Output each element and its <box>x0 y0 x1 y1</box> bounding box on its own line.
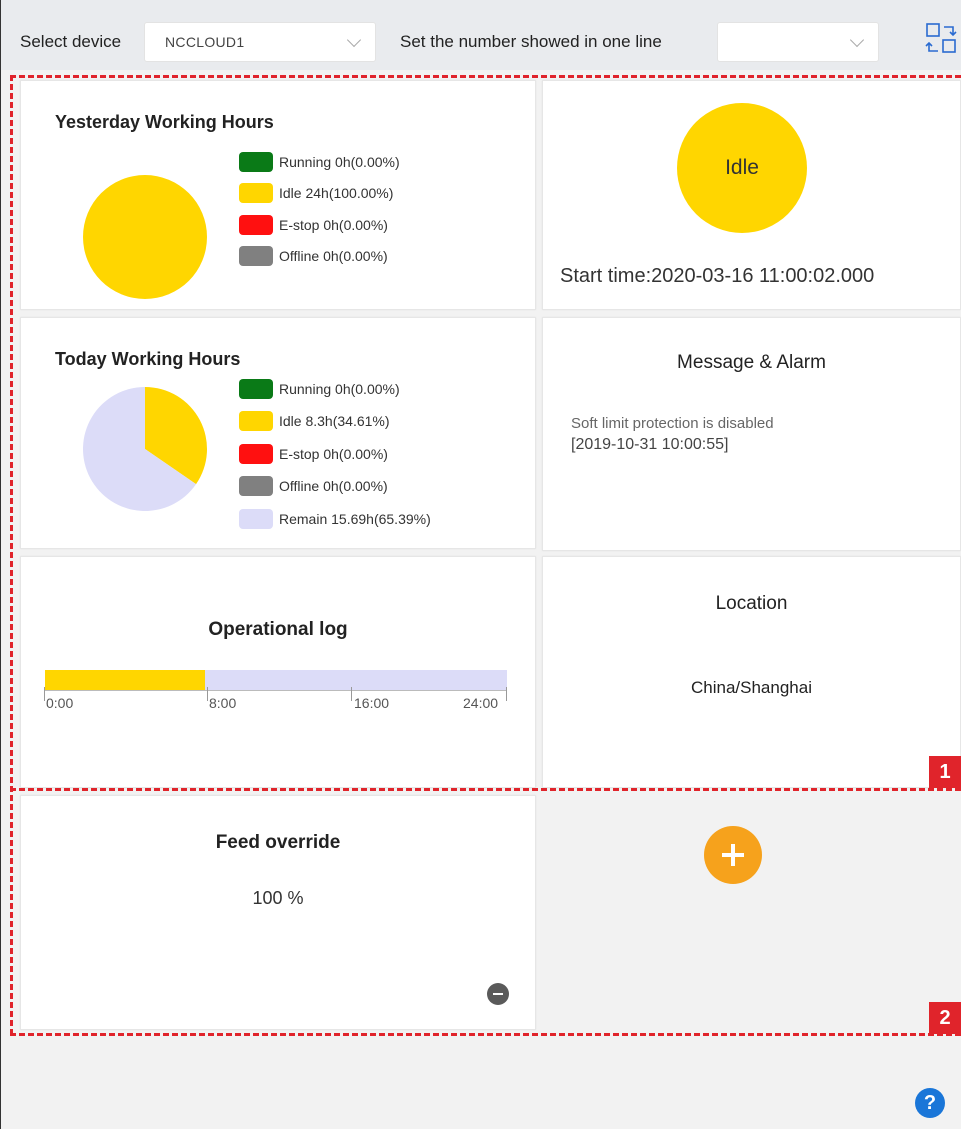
timeline-segment-idle <box>45 670 205 690</box>
status-card: Idle Start time:2020-03-16 11:00:02.000 <box>542 80 961 310</box>
legend-label: Running 0h(0.00%) <box>279 154 400 170</box>
legend-label: E-stop 0h(0.00%) <box>279 446 388 462</box>
region-1-top-border <box>10 75 961 78</box>
legend-label: Remain 15.69h(65.39%) <box>279 511 431 527</box>
feed-value: 100 % <box>252 888 304 908</box>
card-title: Yesterday Working Hours <box>55 112 274 132</box>
chevron-down-icon <box>346 32 362 48</box>
alarm-timestamp: [2019-10-31 10:00:55] <box>571 436 729 453</box>
tick-mark <box>44 687 45 701</box>
legend-remain: Remain 15.69h(65.39%) <box>239 508 431 530</box>
legend-swatch <box>239 183 273 203</box>
tick-mark <box>351 687 352 701</box>
card-title: Message & Alarm <box>677 352 826 373</box>
today-hours-card: Today Working Hours Running 0h(0.00%) Id… <box>20 317 536 549</box>
left-border <box>0 70 1 1129</box>
help-button[interactable]: ? <box>915 1088 945 1118</box>
region-2-marker: 2 <box>929 1002 961 1034</box>
legend-offline: Offline 0h(0.00%) <box>239 245 388 267</box>
legend-label: E-stop 0h(0.00%) <box>279 217 388 233</box>
status-indicator: Idle <box>677 103 807 233</box>
yesterday-pie-chart <box>83 175 207 299</box>
layout-switch-icon[interactable] <box>925 22 959 56</box>
legend-swatch <box>239 246 273 266</box>
question-icon: ? <box>923 1091 937 1114</box>
plus-icon <box>722 844 744 866</box>
today-legend: Running 0h(0.00%) Idle 8.3h(34.61%) E-st… <box>239 378 499 538</box>
yesterday-legend: Running 0h(0.00%) Idle 24h(100.00%) E-st… <box>239 151 479 281</box>
tick-mark <box>207 687 208 701</box>
legend-label: Idle 8.3h(34.61%) <box>279 413 390 429</box>
legend-swatch <box>239 509 273 529</box>
legend-running: Running 0h(0.00%) <box>239 378 400 400</box>
alarm-message: Soft limit protection is disabled <box>571 415 774 432</box>
legend-swatch <box>239 476 273 496</box>
legend-swatch <box>239 379 273 399</box>
per-line-select[interactable] <box>717 22 879 62</box>
tick-label: 8:00 <box>209 695 237 711</box>
legend-estop: E-stop 0h(0.00%) <box>239 443 388 465</box>
feed-override-card: Feed override 100 % <box>20 795 536 1030</box>
per-line-label: Set the number showed in one line <box>400 32 662 51</box>
device-select-value: NCCLOUD1 <box>165 34 245 50</box>
legend-swatch <box>239 215 273 235</box>
today-pie-chart <box>82 387 207 511</box>
legend-swatch <box>239 152 273 172</box>
legend-swatch <box>239 444 273 464</box>
start-time: Start time:2020-03-16 11:00:02.000 <box>560 265 875 287</box>
card-title: Today Working Hours <box>55 349 241 369</box>
legend-offline: Offline 0h(0.00%) <box>239 475 388 497</box>
region-1-marker: 1 <box>929 756 961 788</box>
minus-icon <box>493 993 503 995</box>
timeline-axis <box>45 690 507 691</box>
legend-label: Idle 24h(100.00%) <box>279 185 394 201</box>
tick-label: 0:00 <box>46 695 74 711</box>
legend-idle: Idle 24h(100.00%) <box>239 182 393 204</box>
legend-idle: Idle 8.3h(34.61%) <box>239 410 390 432</box>
legend-swatch <box>239 411 273 431</box>
legend-label: Running 0h(0.00%) <box>279 381 400 397</box>
tick-label: 16:00 <box>354 695 390 711</box>
card-title: Operational log <box>208 619 348 640</box>
tick-label: 24:00 <box>463 695 499 711</box>
tick-mark <box>506 687 507 701</box>
location-value: China/Shanghai <box>691 678 812 697</box>
card-title: Location <box>715 593 788 614</box>
legend-running: Running 0h(0.00%) <box>239 151 400 173</box>
remove-card-button[interactable] <box>487 983 509 1005</box>
operational-log-card: Operational log 0:00 8:00 16:00 24:00 <box>20 556 536 788</box>
region-2-bottom-border <box>10 1033 961 1036</box>
region-1-bottom-border <box>10 788 961 791</box>
toolbar: Select device NCCLOUD1 Set the number sh… <box>0 0 961 70</box>
select-device-label: Select device <box>20 32 122 51</box>
legend-label: Offline 0h(0.00%) <box>279 248 388 264</box>
yesterday-hours-card: Yesterday Working Hours Running 0h(0.00%… <box>20 80 536 310</box>
location-card: Location China/Shanghai <box>542 556 961 788</box>
message-alarm-card: Message & Alarm Soft limit protection is… <box>542 317 961 551</box>
legend-label: Offline 0h(0.00%) <box>279 478 388 494</box>
chevron-down-icon <box>849 32 865 48</box>
pie-slice-idle <box>83 175 207 299</box>
region-left-border <box>10 75 13 1035</box>
add-widget-button[interactable] <box>704 826 762 884</box>
card-title: Feed override <box>215 832 341 853</box>
timeline-bar <box>45 670 507 690</box>
device-select[interactable]: NCCLOUD1 <box>144 22 376 62</box>
legend-estop: E-stop 0h(0.00%) <box>239 214 388 236</box>
